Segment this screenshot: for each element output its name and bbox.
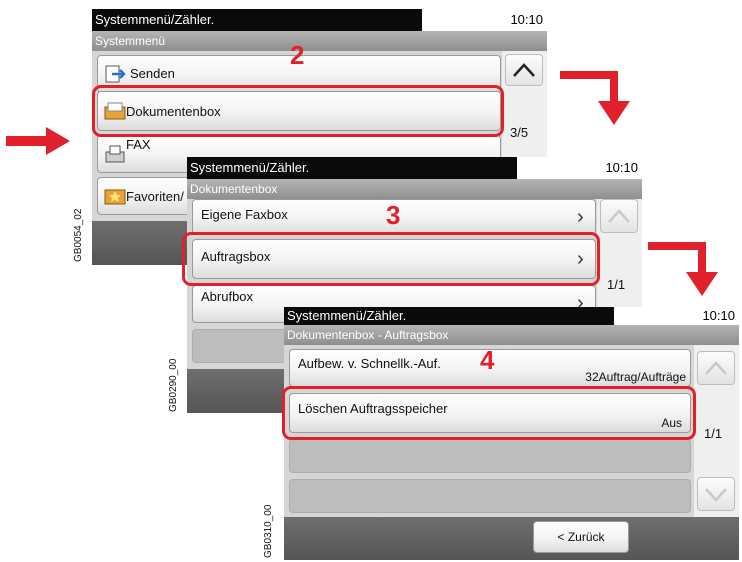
menu-item-label: Favoriten/ xyxy=(126,189,184,204)
fax-icon xyxy=(105,145,125,163)
title-bar: Systemmenü/Zähler. xyxy=(187,157,517,179)
page-indicator: 3/5 xyxy=(510,125,529,140)
bottom-bar xyxy=(284,517,739,560)
menu-item-label: Aufbew. v. Schnellk.-Auf. xyxy=(298,356,441,371)
scroll-down-button[interactable] xyxy=(697,477,735,511)
empty-slot xyxy=(289,439,691,473)
menu-item-label: Eigene Faxbox xyxy=(201,207,288,222)
arrow-up-icon xyxy=(705,361,727,375)
screen-subtitle: Dokumentenbox xyxy=(187,179,642,199)
empty-slot xyxy=(289,479,691,513)
title-text: Systemmenü/Zähler. xyxy=(287,308,407,323)
chevron-right-icon: › xyxy=(577,206,584,228)
highlight-auftragsbox xyxy=(182,232,600,286)
arrow-turn-down-icon xyxy=(560,71,630,125)
menu-item-label: FAX xyxy=(126,137,151,152)
figure-code: GB0054_02 xyxy=(73,208,84,262)
menu-item-label: Senden xyxy=(130,66,175,81)
screen-subtitle: Systemmenü xyxy=(92,31,547,51)
highlight-loeschen-auftragsspeicher xyxy=(282,386,696,440)
clock: 10:10 xyxy=(422,9,547,31)
figure-code: GB0290_00 xyxy=(168,358,179,412)
title-text: Systemmenü/Zähler. xyxy=(190,160,310,175)
favorites-icon xyxy=(104,189,126,205)
step-number-2: 2 xyxy=(290,40,305,70)
arrow-turn-down-icon xyxy=(648,242,718,296)
menu-item-value: 32Auftrag/Aufträge xyxy=(585,370,686,384)
step-number-3: 3 xyxy=(386,200,401,230)
arrow-down-icon xyxy=(705,488,727,502)
title-bar: Systemmenü/Zähler. xyxy=(284,307,614,325)
title-bar: Systemmenü/Zähler. xyxy=(92,9,422,31)
menu-item-label: Abrufbox xyxy=(201,289,254,304)
page-indicator: 1/1 xyxy=(607,277,626,292)
page-indicator: 1/1 xyxy=(704,426,723,441)
scroll-up-button[interactable] xyxy=(600,199,638,233)
scroll-up-button[interactable] xyxy=(697,351,735,385)
arrow-up-icon xyxy=(608,209,630,223)
step-number-4: 4 xyxy=(480,345,495,375)
back-button[interactable]: < Zurück xyxy=(533,521,629,553)
screen-subtitle: Dokumentenbox - Auftragsbox xyxy=(284,325,739,345)
highlight-dokumentenbox xyxy=(92,85,504,137)
clock: 10:10 xyxy=(614,307,739,325)
figure-code: GB0310_00 xyxy=(263,504,274,558)
scroll-up-button[interactable] xyxy=(505,54,543,86)
clock: 10:10 xyxy=(517,157,642,179)
back-button-label: < Zurück xyxy=(557,530,605,544)
send-icon xyxy=(105,65,126,83)
arrow-up-icon xyxy=(513,63,535,77)
title-text: Systemmenü/Zähler. xyxy=(95,12,215,27)
arrow-right-icon xyxy=(6,127,70,155)
